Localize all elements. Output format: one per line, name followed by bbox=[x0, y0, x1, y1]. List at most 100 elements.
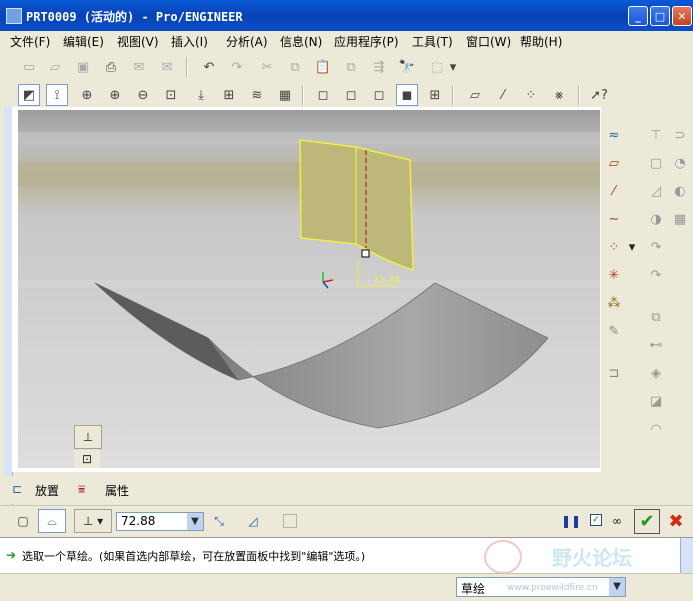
accept-icon[interactable]: ✔ bbox=[634, 509, 660, 534]
paste-special-icon[interactable]: ⧉ bbox=[340, 56, 362, 78]
menu-view[interactable]: 视图(V) bbox=[117, 33, 159, 50]
thicken-icon[interactable]: ◪ bbox=[645, 390, 667, 412]
maximize-button[interactable]: □ bbox=[650, 6, 670, 26]
spin-center-icon[interactable]: ⟟ bbox=[46, 84, 68, 106]
tab-properties[interactable]: 属性 bbox=[105, 482, 129, 499]
rib-icon[interactable]: ◔ bbox=[669, 152, 691, 174]
window-title: PRT0009 (活动的) - Pro/ENGINEER bbox=[26, 10, 243, 24]
menu-analysis[interactable]: 分析(A) bbox=[226, 33, 268, 50]
menu-help[interactable]: 帮助(H) bbox=[520, 33, 562, 50]
open-folder-icon[interactable]: ▱ bbox=[44, 56, 66, 78]
menu-edit[interactable]: 编辑(E) bbox=[63, 33, 104, 50]
send-mail-icon[interactable]: ✉ bbox=[128, 56, 150, 78]
mail-attach-icon[interactable]: ✉ bbox=[156, 56, 178, 78]
tab-placement[interactable]: 放置 bbox=[35, 482, 59, 499]
datum-plane-display-icon[interactable]: ▱ bbox=[464, 84, 486, 106]
copy-icon[interactable]: ⧉ bbox=[284, 56, 306, 78]
datum-axis-display-icon[interactable]: ⁄ bbox=[492, 84, 514, 106]
sketch-tool-icon[interactable]: ✎ bbox=[603, 320, 625, 342]
undo-icon[interactable]: ↶ bbox=[198, 56, 220, 78]
chevron-down-icon[interactable]: ▼ bbox=[187, 513, 203, 530]
glasses-icon[interactable]: ∞ bbox=[606, 512, 628, 530]
round-icon[interactable]: ⊃ bbox=[669, 124, 691, 146]
chevron-down-icon[interactable]: ▼ bbox=[609, 578, 625, 596]
refit-icon[interactable]: ⊡ bbox=[160, 84, 182, 106]
view-manager-icon[interactable]: ▦ bbox=[274, 84, 296, 106]
datum-point-display-icon[interactable]: ⁘ bbox=[520, 84, 542, 106]
solidify-icon[interactable]: ◠ bbox=[645, 418, 667, 440]
surface-option-icon[interactable]: ⌓ bbox=[38, 509, 66, 533]
context-help-icon[interactable]: ➚? bbox=[588, 84, 610, 106]
pattern-icon[interactable]: ▦ bbox=[669, 208, 691, 230]
menu-window[interactable]: 窗口(W) bbox=[466, 33, 511, 50]
close-button[interactable]: ✕ bbox=[672, 6, 692, 26]
extrude-tool-icon[interactable]: ⊐ bbox=[603, 362, 625, 384]
wireframe-icon[interactable]: ◻ bbox=[312, 84, 334, 106]
selection-box-icon[interactable]: ⬚ bbox=[426, 56, 448, 78]
repaint-icon[interactable]: ◩ bbox=[18, 84, 40, 106]
find-icon[interactable]: 🔭 bbox=[396, 56, 418, 78]
new-file-icon[interactable]: ▭ bbox=[18, 56, 40, 78]
datum-plane-icon[interactable]: ▱ bbox=[603, 152, 625, 174]
orient-mode-icon[interactable]: ⊕ bbox=[76, 84, 98, 106]
side-option-icon[interactable]: ⊡ bbox=[74, 450, 100, 468]
depth-option-dropdown[interactable]: ⊥ ▾ bbox=[74, 509, 112, 533]
cancel-icon[interactable]: ✖ bbox=[664, 509, 688, 534]
placement-tab-icon: ⊏ bbox=[12, 482, 23, 496]
chevron-down-icon[interactable]: ▾ bbox=[627, 236, 637, 258]
hidden-line-icon[interactable]: ◻ bbox=[340, 84, 362, 106]
sketch-plane-icon[interactable]: ⊥ bbox=[74, 425, 102, 449]
menu-info[interactable]: 信息(N) bbox=[280, 33, 322, 50]
thicken-sketch-icon[interactable] bbox=[283, 514, 297, 528]
no-hidden-icon[interactable]: ◻ bbox=[368, 84, 390, 106]
datum-point-icon[interactable]: ⁘ bbox=[603, 236, 625, 258]
coordinate-system-icon[interactable]: ✳ bbox=[603, 264, 625, 286]
blend-icon[interactable]: ↷ bbox=[645, 264, 667, 286]
remove-material-icon[interactable]: ◿ bbox=[244, 512, 262, 530]
revolve-icon[interactable]: ◑ bbox=[645, 208, 667, 230]
curve-from-equation-icon[interactable]: ≈ bbox=[603, 124, 625, 146]
chevron-down-icon[interactable]: ▾ bbox=[448, 56, 458, 78]
saved-views-icon[interactable]: ⊞ bbox=[218, 84, 240, 106]
shading-icon[interactable]: ◼ bbox=[396, 84, 418, 106]
regenerate-icon[interactable]: ⇶ bbox=[368, 56, 390, 78]
zoom-in-icon[interactable]: ⊕ bbox=[104, 84, 126, 106]
menu-applications[interactable]: 应用程序(P) bbox=[334, 33, 399, 50]
preview-checkbox[interactable]: ✓ bbox=[590, 514, 602, 526]
cut-icon[interactable]: ✂ bbox=[256, 56, 278, 78]
selection-filter[interactable]: 草绘 www.proewildfire.cn ▼ bbox=[456, 577, 626, 597]
layers-icon[interactable]: ≋ bbox=[246, 84, 268, 106]
model-tree-icon[interactable]: ⊞ bbox=[424, 84, 446, 106]
hole-icon[interactable]: ⊤ bbox=[645, 124, 667, 146]
redo-icon[interactable]: ↷ bbox=[226, 56, 248, 78]
menu-tools[interactable]: 工具(T) bbox=[412, 33, 453, 50]
menu-file[interactable]: 文件(F) bbox=[10, 33, 50, 50]
offset-icon[interactable]: ◈ bbox=[645, 362, 667, 384]
depth-value[interactable]: 72.88 bbox=[121, 514, 155, 528]
menu-insert[interactable]: 插入(I) bbox=[171, 33, 208, 50]
datum-axis-icon[interactable]: ⁄ bbox=[603, 180, 625, 202]
analysis-feature-icon[interactable]: ⁂ bbox=[603, 292, 625, 314]
save-icon[interactable]: ▣ bbox=[72, 56, 94, 78]
trim-icon[interactable]: ⊷ bbox=[645, 334, 667, 356]
zoom-out-icon[interactable]: ⊖ bbox=[132, 84, 154, 106]
solid-option-icon[interactable]: ▢ bbox=[14, 512, 32, 530]
coordinate-system-display-icon[interactable]: ⨳ bbox=[548, 84, 570, 106]
draft-icon[interactable]: ◿ bbox=[645, 180, 667, 202]
merge-icon[interactable]: ⧉ bbox=[645, 306, 667, 328]
pause-icon[interactable]: ❚❚ bbox=[561, 512, 581, 530]
reorient-icon[interactable]: ⤓ bbox=[190, 84, 212, 106]
datum-curve-icon[interactable]: ∼ bbox=[603, 208, 625, 230]
shell-icon[interactable]: ▢ bbox=[645, 152, 667, 174]
chamfer-icon[interactable]: ◐ bbox=[669, 180, 691, 202]
graphics-viewport[interactable]: 72.88 ⊥ ⊡ bbox=[18, 110, 600, 468]
sweep-icon[interactable]: ↷ bbox=[645, 236, 667, 258]
filter-selected[interactable]: 草绘 bbox=[461, 580, 485, 597]
dimension-label[interactable]: 72.88 bbox=[373, 276, 400, 286]
print-icon[interactable]: ⎙ bbox=[100, 56, 122, 78]
paste-icon[interactable]: 📋 bbox=[312, 56, 334, 78]
depth-value-field[interactable]: 72.88 ▼ bbox=[116, 512, 204, 531]
message-scrollbar[interactable] bbox=[680, 538, 693, 574]
minimize-button[interactable]: _ bbox=[628, 6, 648, 26]
flip-direction-icon[interactable]: ⤡ bbox=[210, 512, 228, 530]
